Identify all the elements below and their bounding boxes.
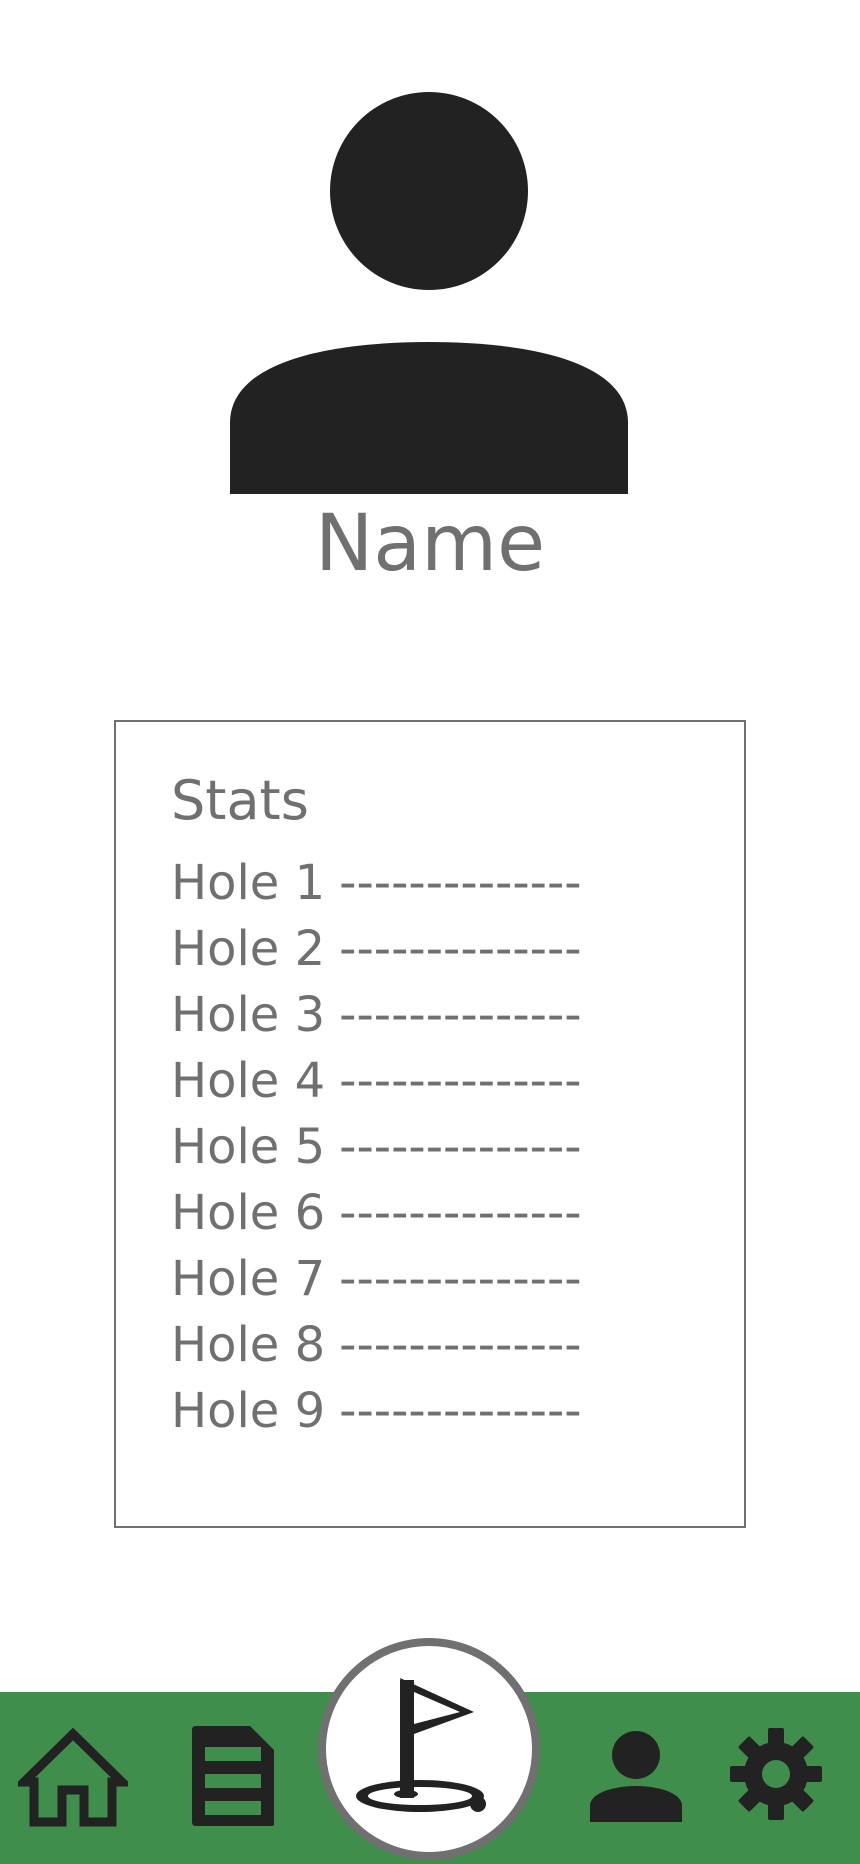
stats-title: Stats [171,769,309,832]
stats-card: Stats Hole 1 -------------- Hole 2 -------… [114,720,746,1528]
stats-row-hole-3: Hole 3 -------------- [171,982,582,1048]
hole-label: Hole 5 [171,1119,326,1175]
hole-label: Hole 6 [171,1185,326,1241]
hole-value: -------------- [339,987,582,1043]
stats-row-hole-4: Hole 4 -------------- [171,1048,582,1114]
home-icon[interactable] [18,1728,128,1828]
hole-label: Hole 2 [171,921,326,977]
profile-icon[interactable] [588,1730,684,1822]
hole-value: -------------- [339,1317,582,1373]
stats-row-hole-6: Hole 6 -------------- [171,1180,582,1246]
hole-label: Hole 9 [171,1383,326,1439]
hole-label: Hole 7 [171,1251,326,1307]
stats-row-hole-1: Hole 1 -------------- [171,850,582,916]
hole-label: Hole 1 [171,855,326,911]
stats-row-hole-2: Hole 2 -------------- [171,916,582,982]
hole-label: Hole 4 [171,1053,326,1109]
hole-value: -------------- [339,921,582,977]
profile-screen: Name Stats Hole 1 -------------- Hole 2 --… [0,0,860,1864]
hole-value: -------------- [339,1119,582,1175]
gear-icon[interactable] [728,1726,824,1822]
hole-value: -------------- [339,1053,582,1109]
document-icon[interactable] [188,1722,278,1830]
profile-name: Name [314,499,546,589]
hole-value: -------------- [339,1383,582,1439]
stats-row-hole-5: Hole 5 -------------- [171,1114,582,1180]
stats-row-hole-7: Hole 7 -------------- [171,1246,582,1312]
hole-value: -------------- [339,1251,582,1307]
hole-label: Hole 8 [171,1317,326,1373]
golf-flag-icon [356,1678,486,1812]
hole-value: -------------- [339,1185,582,1241]
hole-value: -------------- [339,855,582,911]
play-golf-button[interactable] [318,1638,540,1860]
person-icon [230,92,628,494]
hole-label: Hole 3 [171,987,326,1043]
stats-row-hole-8: Hole 8 -------------- [171,1312,582,1378]
stats-row-hole-9: Hole 9 -------------- [171,1378,582,1444]
stats-list: Hole 1 -------------- Hole 2 -------------… [171,850,582,1444]
